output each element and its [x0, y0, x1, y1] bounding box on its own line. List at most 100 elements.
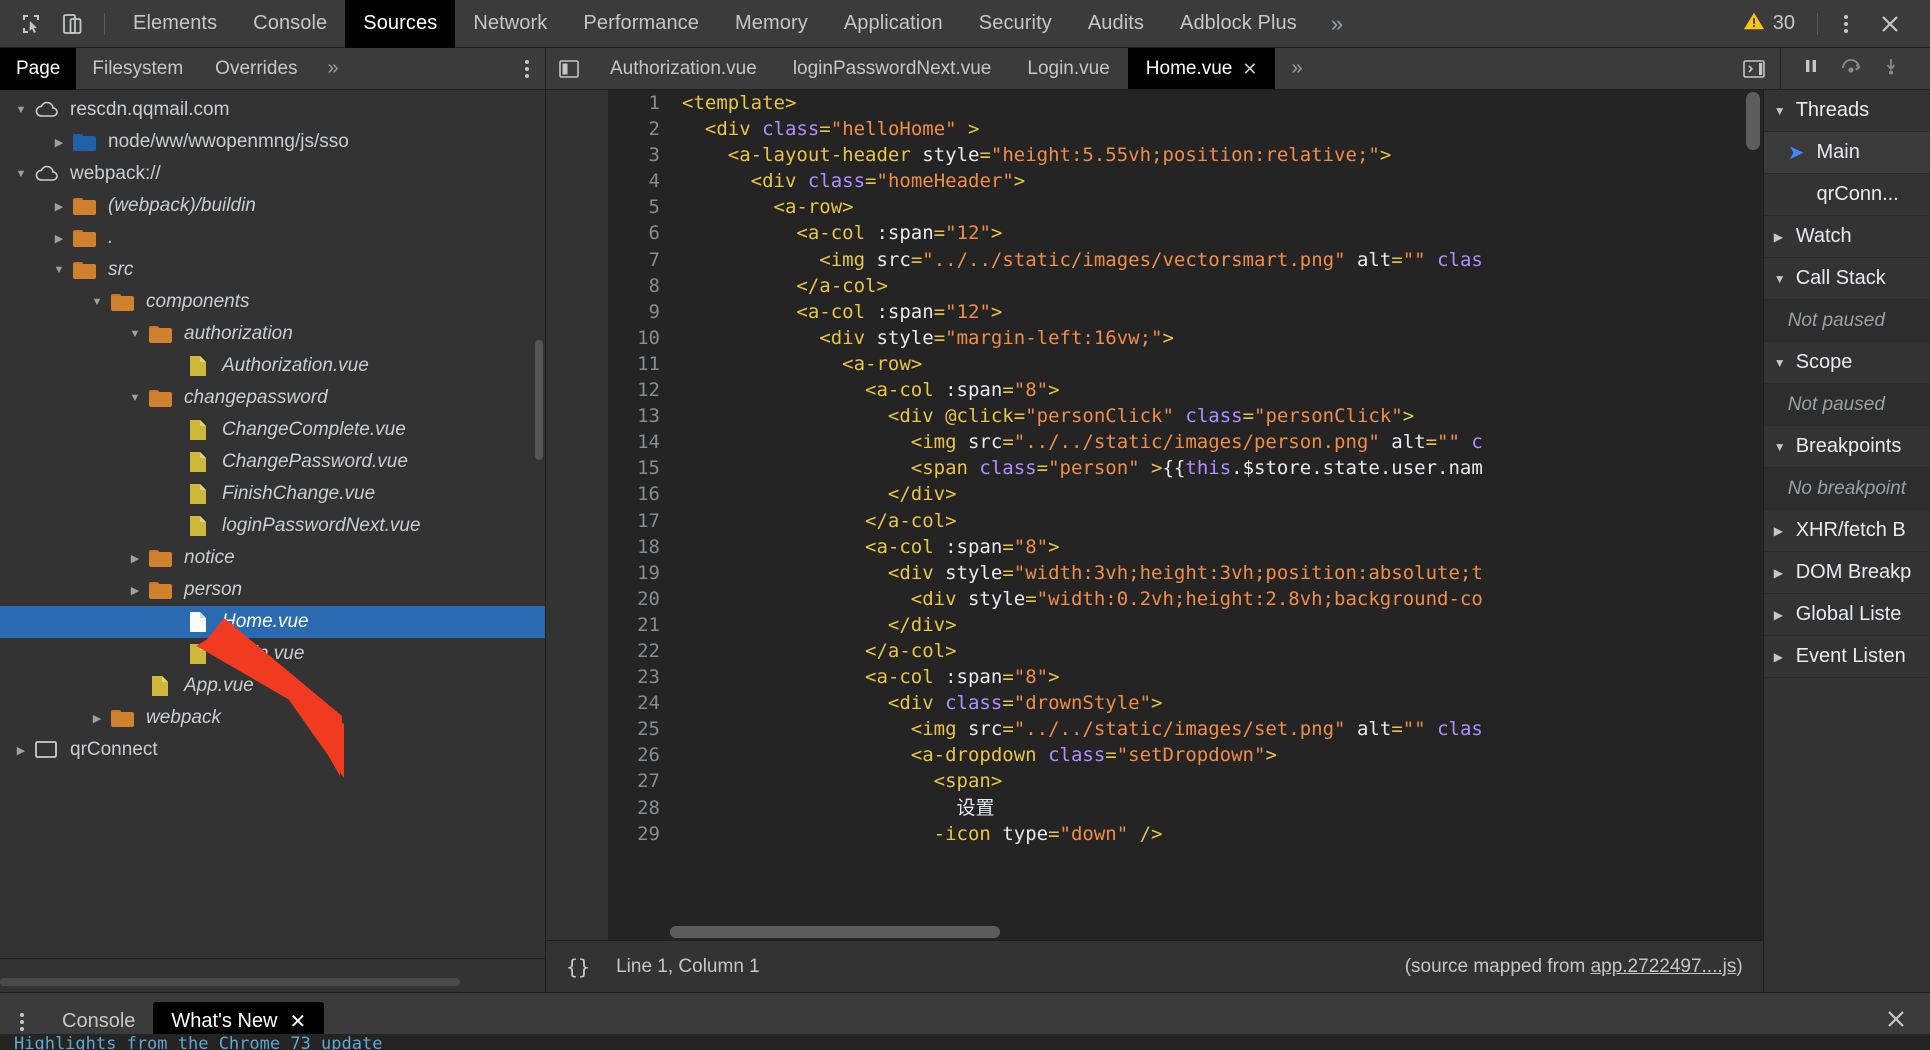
code-line-row[interactable]: 22 </a-col>	[608, 638, 1763, 664]
chevron-down-icon[interactable]: ▼	[1774, 356, 1786, 370]
tab-security[interactable]: Security	[961, 0, 1070, 48]
debugger-section-call-stack[interactable]: ▼ Call Stack	[1763, 258, 1930, 300]
code-line-row[interactable]: 18 <a-col :span="8">	[608, 534, 1763, 560]
code-line-row[interactable]: 26 <a-dropdown class="setDropdown">	[608, 742, 1763, 768]
navigator-more-icon[interactable]: »	[314, 48, 353, 90]
tree-item-authorization-vue[interactable]: ▶ Authorization.vue	[0, 350, 545, 382]
code-line-row[interactable]: 24 <div class="drownStyle">	[608, 690, 1763, 716]
editor-tab-authorization-vue[interactable]: Authorization.vue	[592, 48, 775, 89]
navigator-kebab-menu-icon[interactable]	[509, 59, 545, 78]
tree-item-changepassword[interactable]: ▼ changepassword	[0, 382, 545, 414]
debugger-section-xhr-fetch-b[interactable]: ▶ XHR/fetch B	[1763, 510, 1930, 552]
tree-item-notice[interactable]: ▶ notice	[0, 542, 545, 574]
show-navigator-icon[interactable]	[546, 48, 592, 89]
debugger-section-global-liste[interactable]: ▶ Global Liste	[1763, 594, 1930, 636]
close-icon[interactable]	[1864, 12, 1916, 36]
pretty-print-icon[interactable]: {}	[566, 955, 590, 979]
chevron-down-icon[interactable]: ▼	[50, 264, 68, 276]
inspect-element-icon[interactable]	[10, 4, 52, 44]
tree-item-changecomplete-vue[interactable]: ▶ ChangeComplete.vue	[0, 414, 545, 446]
chevron-right-icon[interactable]: ▶	[50, 136, 68, 149]
tree-item-changepassword-vue[interactable]: ▶ ChangePassword.vue	[0, 446, 545, 478]
chevron-right-icon[interactable]: ▶	[1774, 230, 1786, 244]
source-map-link[interactable]: app.2722497....js	[1591, 956, 1737, 977]
chevron-down-icon[interactable]: ▼	[88, 296, 106, 308]
tab-performance[interactable]: Performance	[565, 0, 717, 48]
editor-tab-loginpasswordnext-vue[interactable]: loginPasswordNext.vue	[775, 48, 1010, 89]
tab-network[interactable]: Network	[455, 0, 565, 48]
chevron-right-icon[interactable]: ▶	[1774, 650, 1786, 664]
chevron-right-icon[interactable]: ▶	[12, 744, 30, 757]
tab-sources[interactable]: Sources	[345, 0, 456, 48]
chevron-down-icon[interactable]: ▼	[126, 328, 144, 340]
chevron-right-icon[interactable]: ▶	[50, 232, 68, 245]
tree-item-src[interactable]: ▼ src	[0, 254, 545, 286]
debugger-section-event-listen[interactable]: ▶ Event Listen	[1763, 636, 1930, 678]
tree-item-webpack-buildin[interactable]: ▶ (webpack)/buildin	[0, 190, 545, 222]
code-content[interactable]: 1 <template> 2 <div class="helloHome" >3 <…	[608, 90, 1763, 940]
chevron-down-icon[interactable]: ▼	[1774, 272, 1786, 286]
code-line-row[interactable]: 9 <a-col :span="12">	[608, 299, 1763, 325]
tree-item-authorization[interactable]: ▼ authorization	[0, 318, 545, 350]
code-line-row[interactable]: 13 <div @click="personClick" class="pers…	[608, 403, 1763, 429]
code-line-row[interactable]: 7 <img src="../../static/images/vectorsm…	[608, 247, 1763, 273]
tab-adblock-plus[interactable]: Adblock Plus	[1162, 0, 1315, 48]
code-line-row[interactable]: 16 </div>	[608, 481, 1763, 507]
chevron-down-icon[interactable]: ▼	[12, 104, 30, 116]
code-line-row[interactable]: 15 <span class="person" >{{this.$store.s…	[608, 455, 1763, 481]
tab-audits[interactable]: Audits	[1070, 0, 1162, 48]
editor-tab-close-icon[interactable]: ✕	[1242, 60, 1257, 78]
editor-vertical-scrollbar[interactable]	[1745, 92, 1760, 150]
source-code-editor[interactable]: 1 <template> 2 <div class="helloHome" >3 <…	[546, 90, 1763, 940]
code-line-row[interactable]: 25 <img src="../../static/images/set.png…	[608, 716, 1763, 742]
debugger-section-scope[interactable]: ▼ Scope	[1763, 342, 1930, 384]
debugger-section-watch[interactable]: ▶ Watch	[1763, 216, 1930, 258]
tree-item-home-vue[interactable]: ▶ Home.vue	[0, 606, 545, 638]
thread-item-main[interactable]: ➤ Main	[1763, 132, 1930, 174]
code-line-row[interactable]: 19 <div style="width:3vh;height:3vh;posi…	[608, 560, 1763, 586]
nav-tab-overrides[interactable]: Overrides	[199, 48, 313, 90]
step-into-icon[interactable]	[1881, 56, 1901, 81]
thread-item-qrconn[interactable]: ➤qrConn...	[1763, 174, 1930, 216]
chevron-down-icon[interactable]: ▼	[126, 392, 144, 404]
editor-horizontal-scrollbar[interactable]	[670, 926, 1000, 938]
kebab-menu-icon[interactable]	[1828, 14, 1864, 33]
drawer-tab-close-icon[interactable]: ✕	[289, 1009, 306, 1034]
code-line-row[interactable]: 2 <div class="helloHome" >	[608, 116, 1763, 142]
tree-item-person[interactable]: ▶ person	[0, 574, 545, 606]
tree-item-components[interactable]: ▼ components	[0, 286, 545, 318]
code-line-row[interactable]: 6 <a-col :span="12">	[608, 220, 1763, 246]
tree-item-rescdn-qqmail-com[interactable]: ▼ rescdn.qqmail.com	[0, 94, 545, 126]
more-tabs-icon[interactable]: »	[1315, 0, 1359, 48]
nav-tab-filesystem[interactable]: Filesystem	[76, 48, 199, 90]
code-line-row[interactable]: 1 <template>	[608, 90, 1763, 116]
chevron-down-icon[interactable]: ▼	[1774, 104, 1786, 118]
code-line-row[interactable]: 23 <a-col :span="8">	[608, 664, 1763, 690]
device-toolbar-icon[interactable]	[52, 4, 94, 44]
navigator-horizontal-scrollbar[interactable]	[0, 978, 460, 986]
code-line-row[interactable]: 5 <a-row>	[608, 194, 1763, 220]
chevron-right-icon[interactable]: ▶	[126, 584, 144, 597]
tree-item-webpack[interactable]: ▼ webpack://	[0, 158, 545, 190]
code-line-row[interactable]: 4 <div class="homeHeader">	[608, 168, 1763, 194]
chevron-right-icon[interactable]: ▶	[50, 200, 68, 213]
tab-memory[interactable]: Memory	[717, 0, 826, 48]
editor-tab-home-vue[interactable]: Home.vue ✕	[1127, 48, 1276, 89]
editor-tab-login-vue[interactable]: Login.vue	[1009, 48, 1127, 89]
chevron-down-icon[interactable]: ▼	[12, 168, 30, 180]
tree-item-node-ww-wwopenmng-js-sso[interactable]: ▶ node/ww/wwopenmng/js/sso	[0, 126, 545, 158]
warning-badge[interactable]: 30	[1731, 10, 1807, 37]
code-line-row[interactable]: 3 <a-layout-header style="height:5.55vh;…	[608, 142, 1763, 168]
tree-item-loginpasswordnext-vue[interactable]: ▶ loginPasswordNext.vue	[0, 510, 545, 542]
debugger-section-breakpoints[interactable]: ▼ Breakpoints	[1763, 426, 1930, 468]
drawer-kebab-menu-icon[interactable]	[0, 1012, 44, 1031]
nav-tab-page[interactable]: Page	[0, 47, 77, 90]
drawer-close-icon[interactable]	[1862, 1007, 1930, 1036]
chevron-right-icon[interactable]: ▶	[1774, 608, 1786, 622]
navigator-scrollbar[interactable]	[535, 340, 543, 460]
chevron-right-icon[interactable]: ▶	[1774, 566, 1786, 580]
file-tree[interactable]: ▼ rescdn.qqmail.com ▶ node/ww/wwopenmng/js/…	[0, 90, 545, 958]
code-line-row[interactable]: 14 <img src="../../static/images/person.…	[608, 429, 1763, 455]
code-line-row[interactable]: 8 </a-col>	[608, 273, 1763, 299]
pause-icon[interactable]	[1801, 56, 1821, 81]
